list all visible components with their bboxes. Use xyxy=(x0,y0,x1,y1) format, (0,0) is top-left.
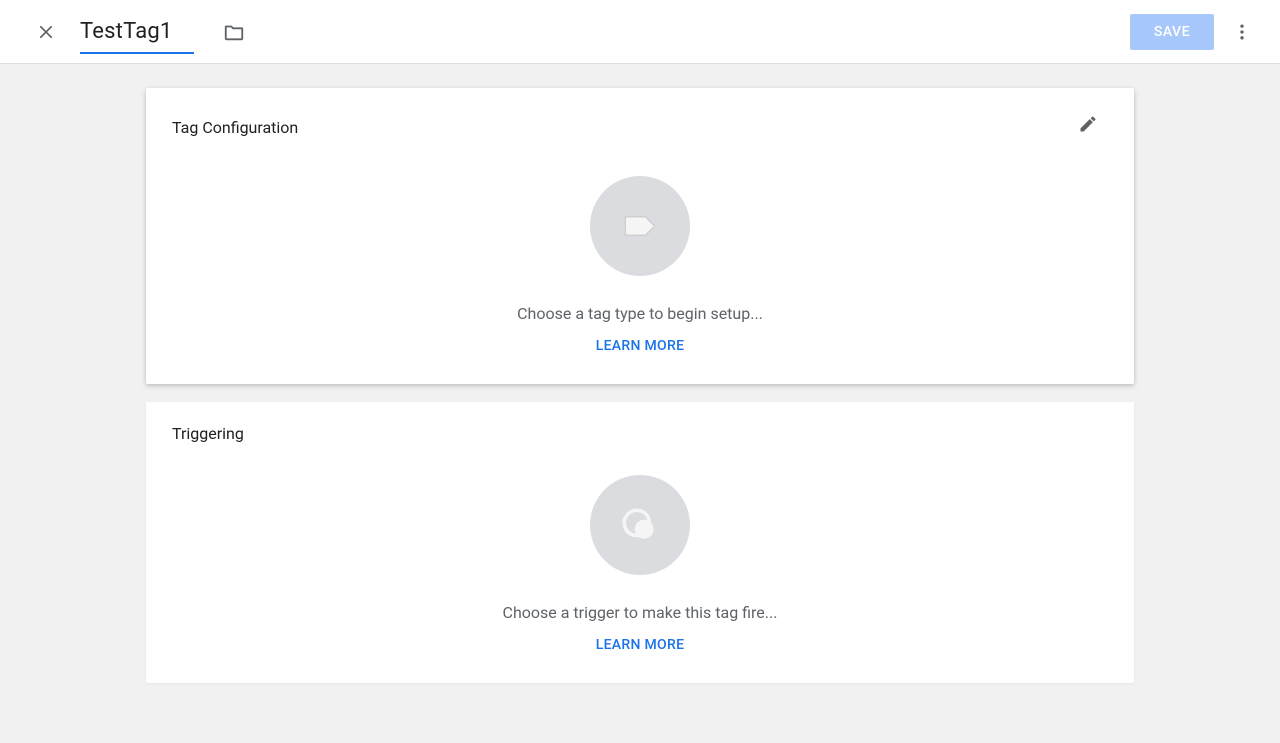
card-title: Tag Configuration xyxy=(172,118,298,137)
trigger-icon xyxy=(619,504,661,546)
card-header: Tag Configuration xyxy=(146,88,1134,144)
title-wrapper xyxy=(80,15,190,48)
folder-icon xyxy=(223,21,245,43)
close-icon xyxy=(37,23,55,41)
card-title: Triggering xyxy=(172,424,244,443)
save-button[interactable]: SAVE xyxy=(1130,14,1214,50)
tag-config-learn-more-link[interactable]: LEARN MORE xyxy=(596,338,685,354)
tag-config-description: Choose a tag type to begin setup... xyxy=(146,304,1134,323)
top-bar: SAVE xyxy=(0,0,1280,64)
close-button[interactable] xyxy=(26,12,66,52)
triggering-description: Choose a trigger to make this tag fire..… xyxy=(146,603,1134,622)
tag-type-placeholder-icon-circle xyxy=(590,176,690,276)
more-vert-icon xyxy=(1232,22,1252,42)
trigger-placeholder-icon-circle xyxy=(590,475,690,575)
edit-tag-config-button[interactable] xyxy=(1068,104,1108,144)
tag-configuration-card[interactable]: Tag Configuration Choose a tag type to b… xyxy=(146,88,1134,384)
folder-button[interactable] xyxy=(214,12,254,52)
more-options-button[interactable] xyxy=(1222,12,1262,52)
card-body: Choose a tag type to begin setup... LEAR… xyxy=(146,144,1134,384)
triggering-learn-more-link[interactable]: LEARN MORE xyxy=(596,637,685,653)
content-area: Tag Configuration Choose a tag type to b… xyxy=(0,64,1280,725)
card-header: Triggering xyxy=(146,402,1134,443)
title-underline xyxy=(80,52,194,54)
card-body: Choose a trigger to make this tag fire..… xyxy=(146,443,1134,683)
tag-name-input[interactable] xyxy=(80,15,190,48)
tag-icon xyxy=(618,204,662,248)
triggering-card[interactable]: Triggering Choose a trigger to make this… xyxy=(146,402,1134,683)
pencil-icon xyxy=(1078,114,1098,134)
